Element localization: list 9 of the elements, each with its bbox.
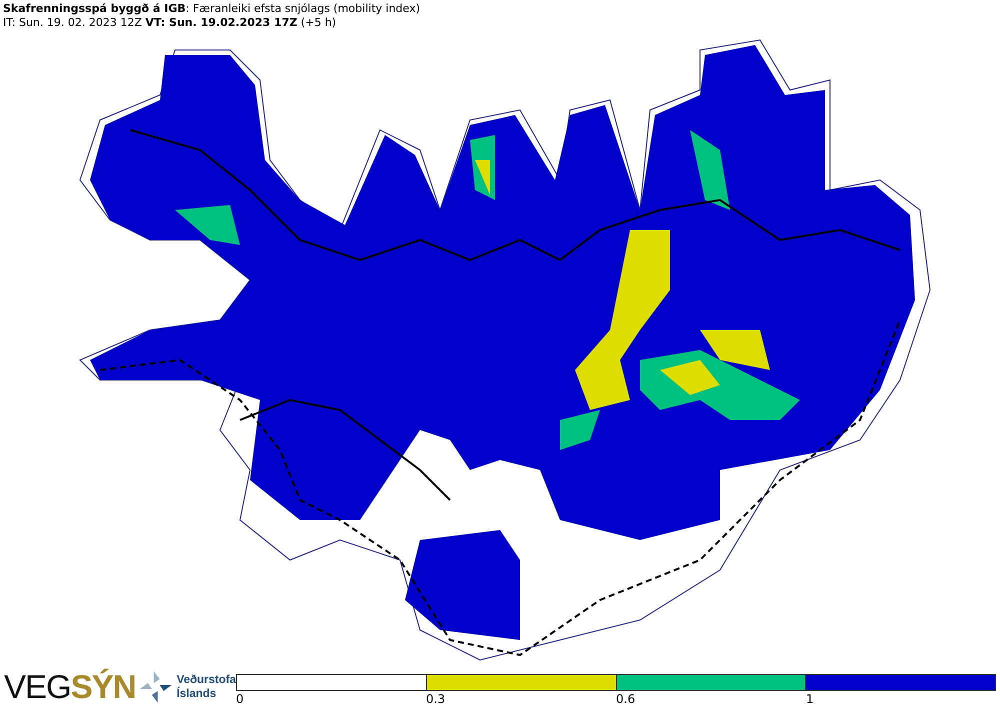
map-title: Skafrenningsspá byggð á IGB: Færanleiki efsta snjólags (mobility index)	[3, 2, 422, 16]
scale-tick-label: 0.3	[426, 692, 446, 706]
scale-tick-label: 0	[236, 692, 244, 706]
scale-tick-label: 0.6	[616, 692, 636, 706]
scale-tick-label: 1	[806, 692, 814, 706]
vedurstofa-logo-text: Veðurstofa Íslands	[176, 673, 236, 701]
arrows-logo-icon	[138, 669, 174, 705]
forecast-times: IT: Sun. 19. 02. 2023 12Z VT: Sun. 19.02.2023 17Z (+5 h)	[3, 16, 338, 30]
vegsyn-logo: VEGSÝN	[3, 667, 137, 707]
